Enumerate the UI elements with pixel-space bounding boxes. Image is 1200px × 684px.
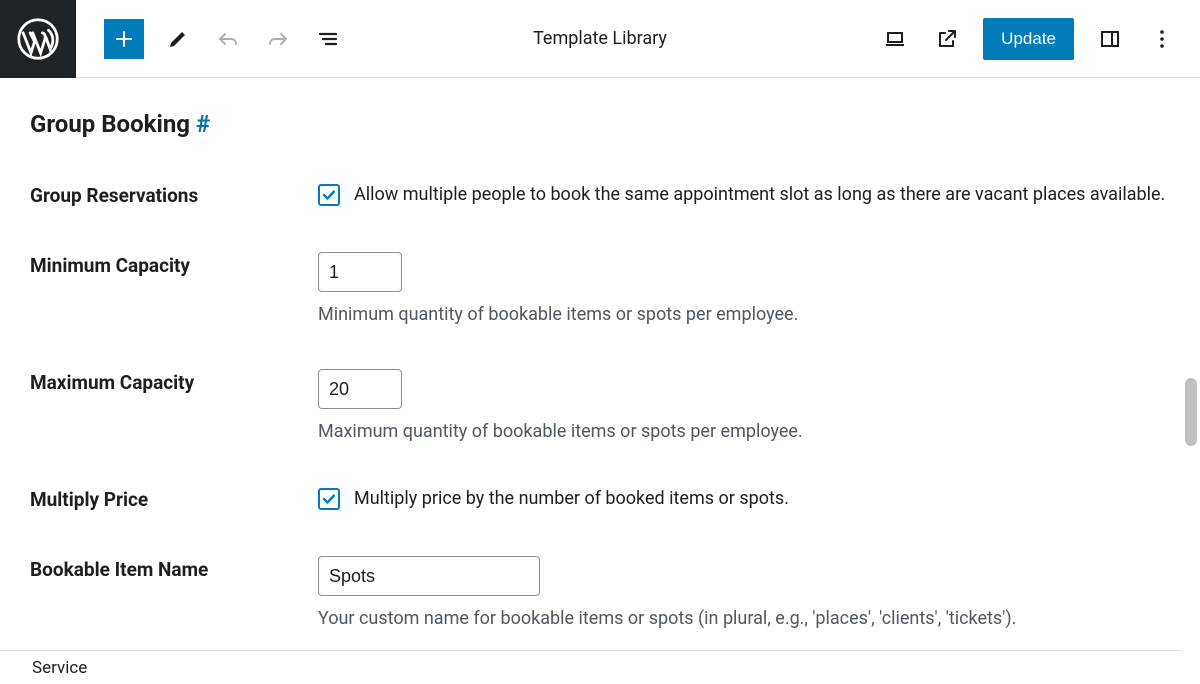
plus-icon: [112, 27, 136, 51]
input-max-capacity[interactable]: [318, 369, 402, 409]
check-icon: [321, 491, 337, 507]
section-title: Group Booking #: [30, 110, 1170, 138]
pencil-icon: [166, 27, 190, 51]
redo-icon: [266, 27, 290, 51]
row-max-capacity: Maximum Capacity Maximum quantity of boo…: [30, 369, 1170, 442]
text-multiply-price: Multiply price by the number of booked i…: [354, 486, 789, 512]
edit-button[interactable]: [162, 23, 194, 55]
label-multiply-price: Multiply Price: [30, 486, 318, 511]
row-multiply-price: Multiply Price Multiply price by the num…: [30, 486, 1170, 512]
document-title[interactable]: Template Library: [533, 28, 667, 49]
view-desktop-button[interactable]: [879, 23, 911, 55]
label-max-capacity: Maximum Capacity: [30, 369, 318, 394]
laptop-icon: [883, 27, 907, 51]
settings-content: Group Booking # Group Reservations Allow…: [0, 78, 1200, 650]
row-group-reservations: Group Reservations Allow multiple people…: [30, 182, 1170, 208]
input-item-name[interactable]: [318, 556, 540, 596]
undo-icon: [216, 27, 240, 51]
toolbar-right-group: Update: [879, 18, 1200, 60]
help-item-name: Your custom name for bookable items or s…: [318, 608, 1170, 629]
breadcrumb-item[interactable]: Service: [32, 658, 87, 678]
help-min-capacity: Minimum quantity of bookable items or sp…: [318, 304, 1170, 325]
redo-button: [262, 23, 294, 55]
panel-right-icon: [1098, 27, 1122, 51]
check-icon: [321, 187, 337, 203]
open-preview-button[interactable]: [931, 23, 963, 55]
text-group-reservations: Allow multiple people to book the same a…: [354, 182, 1165, 208]
more-options-button[interactable]: [1146, 23, 1178, 55]
undo-button: [212, 23, 244, 55]
label-group-reservations: Group Reservations: [30, 182, 318, 207]
label-min-capacity: Minimum Capacity: [30, 252, 318, 277]
label-item-name: Bookable Item Name: [30, 556, 318, 581]
scrollbar[interactable]: [1182, 78, 1200, 684]
checkbox-multiply-price[interactable]: [318, 488, 340, 510]
breadcrumb-bar: Service: [0, 650, 1182, 684]
wordpress-logo[interactable]: [0, 0, 76, 78]
row-item-name: Bookable Item Name Your custom name for …: [30, 556, 1170, 629]
scrollbar-thumb[interactable]: [1185, 378, 1197, 446]
row-min-capacity: Minimum Capacity Minimum quantity of boo…: [30, 252, 1170, 325]
checkbox-group-reservations[interactable]: [318, 184, 340, 206]
list-outline-icon: [316, 27, 340, 51]
section-anchor-link[interactable]: #: [196, 110, 210, 138]
update-button[interactable]: Update: [983, 18, 1074, 60]
help-max-capacity: Maximum quantity of bookable items or sp…: [318, 421, 1170, 442]
editor-toolbar: Template Library Update: [0, 0, 1200, 78]
toolbar-left-group: [76, 19, 344, 59]
sidebar-toggle-button[interactable]: [1094, 23, 1126, 55]
section-title-text: Group Booking: [30, 110, 190, 138]
input-min-capacity[interactable]: [318, 252, 402, 292]
wordpress-icon: [17, 18, 59, 60]
add-block-button[interactable]: [104, 19, 144, 59]
kebab-icon: [1150, 27, 1174, 51]
external-link-icon: [935, 27, 959, 51]
document-outline-button[interactable]: [312, 23, 344, 55]
